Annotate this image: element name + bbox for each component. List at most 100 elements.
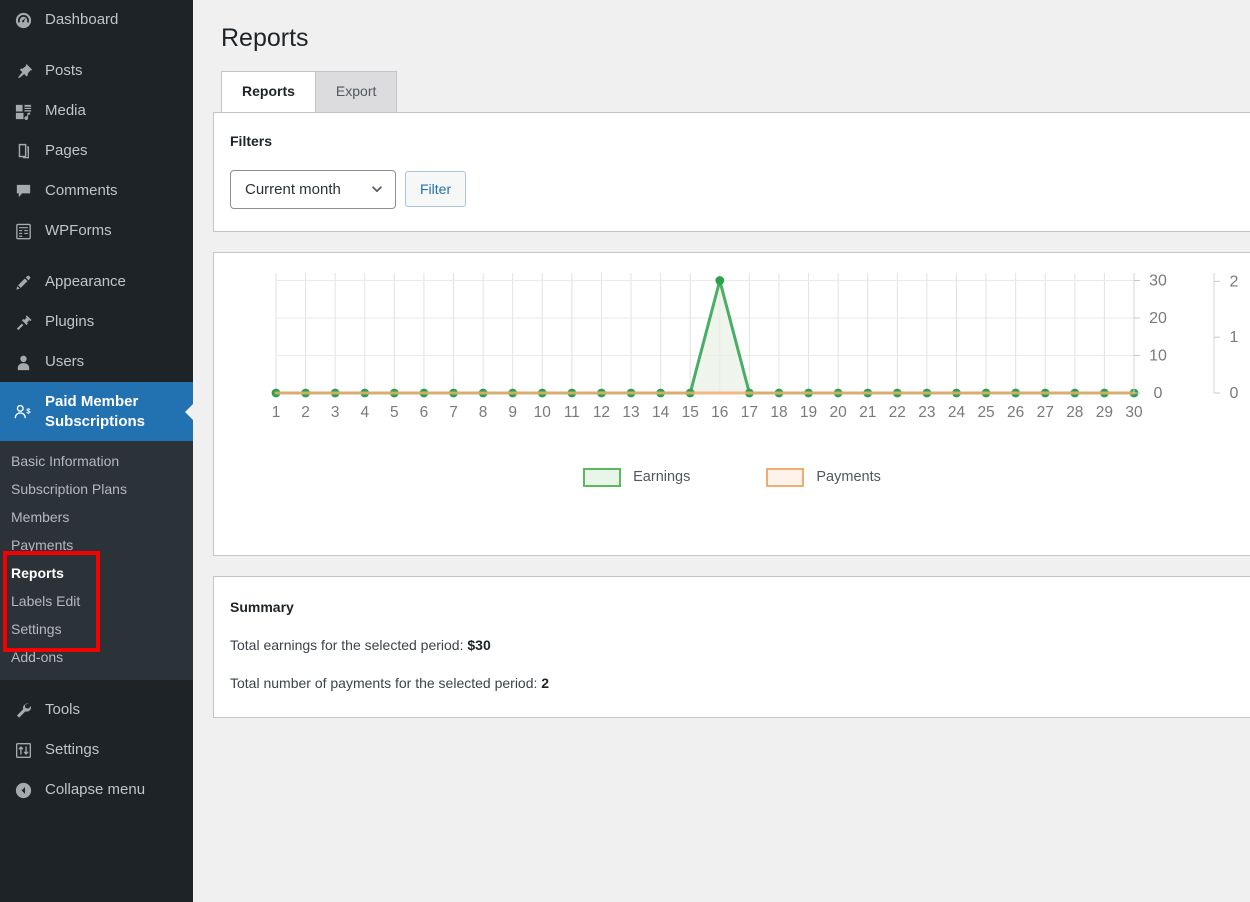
submenu-item-subscription-plans[interactable]: Subscription Plans xyxy=(0,475,193,503)
summary-total-earnings-text: Total earnings for the selected period: xyxy=(230,637,467,653)
wpforms-icon xyxy=(12,221,34,241)
legend-item-earnings[interactable]: Earnings xyxy=(583,468,690,487)
sidebar-item-tools[interactable]: Tools xyxy=(0,690,193,730)
svg-text:3: 3 xyxy=(331,404,340,421)
svg-text:15: 15 xyxy=(682,404,699,421)
legend-label-earnings: Earnings xyxy=(633,469,690,485)
svg-text:2: 2 xyxy=(301,404,310,421)
submenu-item-basic-information[interactable]: Basic Information xyxy=(0,447,193,475)
sidebar-item-plugins[interactable]: Plugins xyxy=(0,302,193,342)
filter-button[interactable]: Filter xyxy=(405,171,466,207)
svg-text:9: 9 xyxy=(508,404,517,421)
tab-reports[interactable]: Reports xyxy=(221,71,316,111)
brush-icon xyxy=(12,272,34,292)
summary-total-earnings: Total earnings for the selected period: … xyxy=(230,637,1234,653)
sidebar-item-paid-member-subscriptions[interactable]: $ Paid Member Subscriptions xyxy=(0,382,193,441)
wp-admin-screen: Dashboard Posts Media Pages Commen xyxy=(0,0,1250,902)
filters-heading: Filters xyxy=(230,133,1234,149)
sidebar-item-label: Users xyxy=(45,352,84,372)
sidebar-item-label: Collapse menu xyxy=(45,780,145,800)
svg-text:10: 10 xyxy=(1149,347,1167,364)
summary-heading: Summary xyxy=(230,599,1234,615)
chart-svg: 0102030012123456789101112131415161718192… xyxy=(214,253,1250,468)
submenu-item-payments[interactable]: Payments xyxy=(0,531,193,559)
legend-item-payments[interactable]: Payments xyxy=(766,468,880,487)
sidebar-item-label: Plugins xyxy=(45,312,94,332)
svg-text:13: 13 xyxy=(622,404,639,421)
svg-text:18: 18 xyxy=(770,404,787,421)
filters-card: Filters Current month Filter xyxy=(213,112,1250,232)
legend-label-payments: Payments xyxy=(816,469,880,485)
svg-text:27: 27 xyxy=(1037,404,1054,421)
sidebar-item-pages[interactable]: Pages xyxy=(0,131,193,171)
pms-submenu: Basic Information Subscription Plans Mem… xyxy=(0,441,193,680)
sidebar-item-comments[interactable]: Comments xyxy=(0,171,193,211)
svg-text:2: 2 xyxy=(1230,273,1239,290)
summary-total-payments-value: 2 xyxy=(541,675,549,691)
tab-export[interactable]: Export xyxy=(315,71,397,111)
submenu-item-settings[interactable]: Settings xyxy=(0,615,193,643)
summary-total-earnings-value: $30 xyxy=(467,637,490,653)
sidebar-item-label: Media xyxy=(45,101,86,121)
tab-bar: Reports Export xyxy=(221,72,1250,112)
sidebar-item-label: Paid Member Subscriptions xyxy=(45,392,193,431)
pin-icon xyxy=(12,61,34,81)
comment-icon xyxy=(12,181,34,201)
sidebar-item-label: Appearance xyxy=(45,272,126,292)
user-dollar-icon: $ xyxy=(12,402,34,422)
svg-text:0: 0 xyxy=(1230,385,1239,402)
legend-swatch-earnings xyxy=(583,468,621,487)
sidebar-item-appearance[interactable]: Appearance xyxy=(0,262,193,302)
svg-text:16: 16 xyxy=(711,404,728,421)
submenu-item-labels-edit[interactable]: Labels Edit xyxy=(0,587,193,615)
sidebar-item-posts[interactable]: Posts xyxy=(0,51,193,91)
sidebar-item-collapse-menu[interactable]: Collapse menu xyxy=(0,770,193,810)
pages-icon xyxy=(12,141,34,161)
plug-icon xyxy=(12,312,34,332)
svg-text:25: 25 xyxy=(977,404,994,421)
svg-text:19: 19 xyxy=(800,404,817,421)
svg-text:1: 1 xyxy=(1230,329,1239,346)
sidebar-item-label: Pages xyxy=(45,141,88,161)
svg-text:28: 28 xyxy=(1066,404,1083,421)
sidebar-item-dashboard[interactable]: Dashboard xyxy=(0,0,193,40)
earnings-payments-chart: 0102030012123456789101112131415161718192… xyxy=(214,253,1250,555)
chevron-down-icon xyxy=(370,182,384,196)
svg-text:29: 29 xyxy=(1096,404,1113,421)
submenu-item-reports[interactable]: Reports xyxy=(0,559,193,587)
user-icon xyxy=(12,352,34,372)
legend-swatch-payments xyxy=(766,468,804,487)
wrench-icon xyxy=(12,700,34,720)
sidebar-item-label: Tools xyxy=(45,700,80,720)
svg-text:20: 20 xyxy=(830,404,848,421)
collapse-icon xyxy=(12,780,34,800)
sidebar-bottom-group: Tools Settings Collapse menu xyxy=(0,690,193,810)
svg-text:4: 4 xyxy=(360,404,369,421)
chart-legend: Earnings Payments xyxy=(214,468,1250,487)
svg-text:1: 1 xyxy=(272,404,281,421)
submenu-item-members[interactable]: Members xyxy=(0,503,193,531)
period-select[interactable]: Current month xyxy=(230,170,396,209)
dashboard-icon xyxy=(12,10,34,30)
menu-separator xyxy=(0,251,193,262)
sidebar-item-wpforms[interactable]: WPForms xyxy=(0,211,193,251)
period-select-value: Current month xyxy=(245,181,341,198)
svg-text:20: 20 xyxy=(1149,310,1167,327)
svg-text:7: 7 xyxy=(449,404,458,421)
sidebar-item-media[interactable]: Media xyxy=(0,91,193,131)
svg-text:11: 11 xyxy=(564,404,580,421)
sidebar-item-label: Settings xyxy=(45,740,99,760)
page-title: Reports xyxy=(193,0,1250,55)
summary-card: Summary Total earnings for the selected … xyxy=(213,576,1250,718)
svg-text:17: 17 xyxy=(741,404,758,421)
svg-text:30: 30 xyxy=(1149,272,1167,289)
summary-total-payments: Total number of payments for the selecte… xyxy=(230,675,1234,691)
svg-text:24: 24 xyxy=(948,404,966,421)
submenu-item-add-ons[interactable]: Add-ons xyxy=(0,643,193,671)
admin-sidebar: Dashboard Posts Media Pages Commen xyxy=(0,0,193,902)
svg-text:22: 22 xyxy=(889,404,906,421)
sidebar-item-users[interactable]: Users xyxy=(0,342,193,382)
sidebar-item-settings[interactable]: Settings xyxy=(0,730,193,770)
svg-text:8: 8 xyxy=(479,404,488,421)
menu-separator xyxy=(0,40,193,51)
